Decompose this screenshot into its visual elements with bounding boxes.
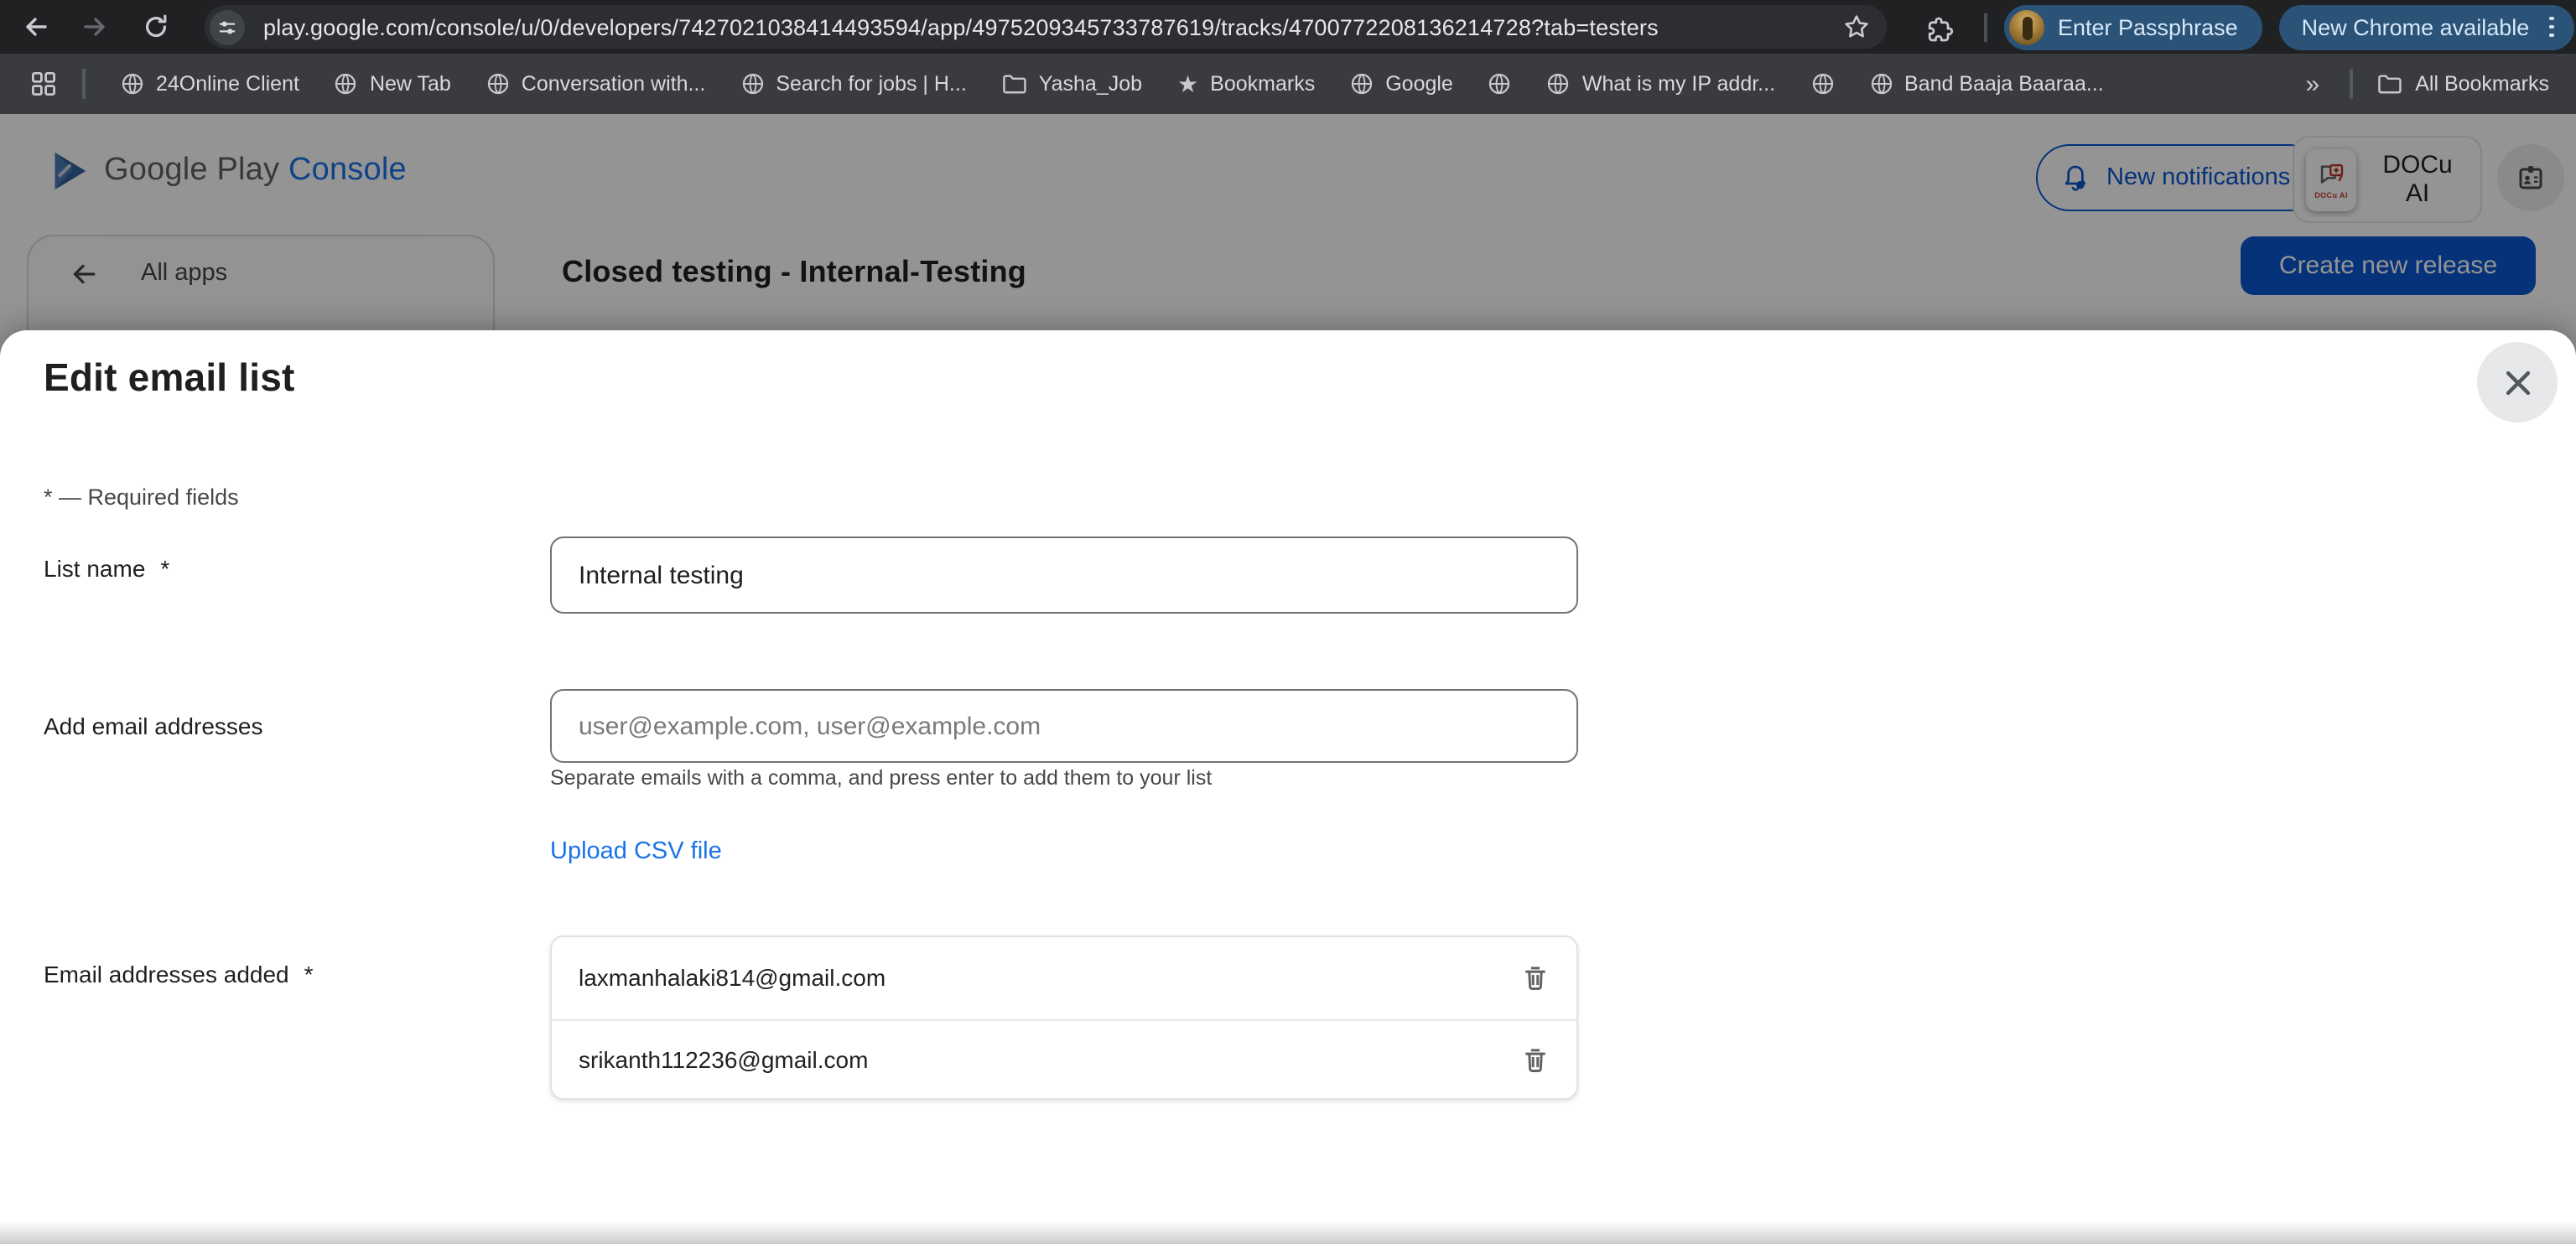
page-content: Google Play Console New notifications DO… bbox=[0, 114, 2576, 1244]
forward-arrow-icon bbox=[82, 13, 109, 40]
bookmark-label: Yasha_Job bbox=[1039, 72, 1142, 96]
site-settings-icon bbox=[216, 16, 238, 38]
bookmarks-right-cluster: » All Bookmarks bbox=[2299, 69, 2549, 99]
required-asterisk: * bbox=[304, 961, 314, 987]
required-fields-note: * — Required fields bbox=[44, 485, 239, 510]
upload-csv-link[interactable]: Upload CSV file bbox=[550, 838, 722, 865]
site-info-button[interactable] bbox=[210, 9, 245, 44]
modal-bottom-shadow bbox=[0, 1221, 2576, 1244]
bookmark-bookmarks[interactable]: ★ Bookmarks bbox=[1177, 72, 1315, 96]
new-chrome-label: New Chrome available bbox=[2302, 14, 2530, 39]
modal-title: Edit email list bbox=[44, 355, 295, 401]
back-arrow-icon bbox=[22, 13, 49, 40]
globe-icon bbox=[486, 72, 510, 96]
all-bookmarks-button[interactable]: All Bookmarks bbox=[2376, 72, 2549, 96]
bookmark-new-tab[interactable]: New Tab bbox=[335, 72, 451, 96]
enter-passphrase-button[interactable]: Enter Passphrase bbox=[2004, 4, 2263, 49]
trash-icon bbox=[1520, 964, 1549, 993]
bookmark-unnamed-1[interactable] bbox=[1488, 72, 1512, 96]
bookmark-label: 24Online Client bbox=[156, 72, 299, 96]
bookmark-band-baaja[interactable]: Band Baaja Baaraa... bbox=[1869, 72, 2104, 96]
email-list-item: srikanth112236@gmail.com bbox=[552, 1019, 1576, 1100]
screen: play.google.com/console/u/0/developers/7… bbox=[0, 0, 2576, 1244]
close-icon bbox=[2501, 366, 2533, 398]
trash-icon bbox=[1520, 1046, 1549, 1075]
new-chrome-available-button[interactable]: New Chrome available bbox=[2280, 4, 2574, 49]
list-name-label: List name* bbox=[44, 555, 169, 582]
profile-avatar bbox=[2009, 9, 2044, 44]
bookmark-label: Band Baaja Baaraa... bbox=[1904, 72, 2104, 96]
bookmark-folder-yasha-job[interactable]: Yasha_Job bbox=[1002, 72, 1142, 96]
email-addresses-added-label: Email addresses added* bbox=[44, 961, 314, 987]
star-outline-icon bbox=[1843, 13, 1870, 40]
all-bookmarks-label: All Bookmarks bbox=[2415, 72, 2549, 96]
bookmarks-divider bbox=[82, 69, 86, 99]
delete-email-button[interactable] bbox=[1516, 1042, 1553, 1079]
email-helper-text: Separate emails with a comma, and press … bbox=[550, 766, 1212, 790]
browser-toolbar: play.google.com/console/u/0/developers/7… bbox=[0, 0, 2576, 54]
forward-button[interactable] bbox=[80, 12, 111, 42]
bookmark-label: Search for jobs | H... bbox=[776, 72, 966, 96]
reload-button[interactable] bbox=[141, 12, 171, 42]
folder-icon bbox=[1002, 72, 1027, 96]
globe-icon bbox=[121, 72, 144, 96]
bookmarks-divider bbox=[2350, 69, 2353, 99]
folder-icon bbox=[2376, 72, 2402, 96]
globe-icon bbox=[1547, 72, 1571, 96]
back-button[interactable] bbox=[20, 12, 50, 42]
extensions-button[interactable] bbox=[1925, 12, 1955, 42]
delete-email-button[interactable] bbox=[1516, 960, 1553, 997]
toolbar-divider bbox=[1984, 13, 1987, 41]
bookmark-what-is-my-ip[interactable]: What is my IP addr... bbox=[1547, 72, 1775, 96]
apps-grid-icon bbox=[30, 70, 57, 97]
globe-icon bbox=[740, 72, 764, 96]
globe-icon bbox=[335, 72, 358, 96]
bookmark-24online-client[interactable]: 24Online Client bbox=[121, 72, 299, 96]
bookmark-google[interactable]: Google bbox=[1350, 72, 1453, 96]
globe-icon bbox=[1810, 72, 1834, 96]
bookmark-label: Google bbox=[1385, 72, 1453, 96]
bookmark-label: What is my IP addr... bbox=[1582, 72, 1775, 96]
bookmark-unnamed-2[interactable] bbox=[1810, 72, 1834, 96]
edit-email-list-modal: Edit email list * — Required fields List… bbox=[0, 330, 2576, 1244]
globe-icon bbox=[1350, 72, 1374, 96]
bookmark-conversation[interactable]: Conversation with... bbox=[486, 72, 706, 96]
bookmarks-overflow-button[interactable]: » bbox=[2299, 71, 2327, 96]
apps-grid-button[interactable] bbox=[30, 70, 57, 97]
list-name-input[interactable] bbox=[550, 536, 1578, 614]
bookmark-label: Conversation with... bbox=[522, 72, 706, 96]
url-text: play.google.com/console/u/0/developers/7… bbox=[263, 14, 1841, 39]
bookmarks-bar: 24Online Client New Tab Conversation wit… bbox=[0, 54, 2576, 114]
bookmark-search-for-jobs[interactable]: Search for jobs | H... bbox=[740, 72, 966, 96]
added-emails-list: laxmanhalaki814@gmail.com srikanth112236… bbox=[550, 936, 1578, 1100]
puzzle-icon bbox=[1926, 13, 1955, 41]
add-email-addresses-label: Add email addresses bbox=[44, 713, 263, 739]
email-list-item: laxmanhalaki814@gmail.com bbox=[552, 937, 1576, 1019]
star-icon: ★ bbox=[1177, 72, 1198, 96]
bookmark-label: New Tab bbox=[370, 72, 451, 96]
required-asterisk: * bbox=[160, 555, 169, 582]
email-address: laxmanhalaki814@gmail.com bbox=[579, 965, 1516, 992]
address-bar[interactable]: play.google.com/console/u/0/developers/7… bbox=[205, 5, 1887, 49]
reload-icon bbox=[143, 13, 169, 40]
enter-passphrase-label: Enter Passphrase bbox=[2058, 14, 2238, 39]
globe-icon bbox=[1869, 72, 1893, 96]
kebab-menu-icon bbox=[2544, 13, 2558, 41]
email-address: srikanth112236@gmail.com bbox=[579, 1047, 1516, 1074]
globe-icon bbox=[1488, 72, 1512, 96]
add-email-addresses-input[interactable] bbox=[550, 689, 1578, 763]
close-button[interactable] bbox=[2477, 342, 2558, 422]
bookmark-star-button[interactable] bbox=[1841, 12, 1872, 42]
bookmark-label: Bookmarks bbox=[1210, 72, 1315, 96]
